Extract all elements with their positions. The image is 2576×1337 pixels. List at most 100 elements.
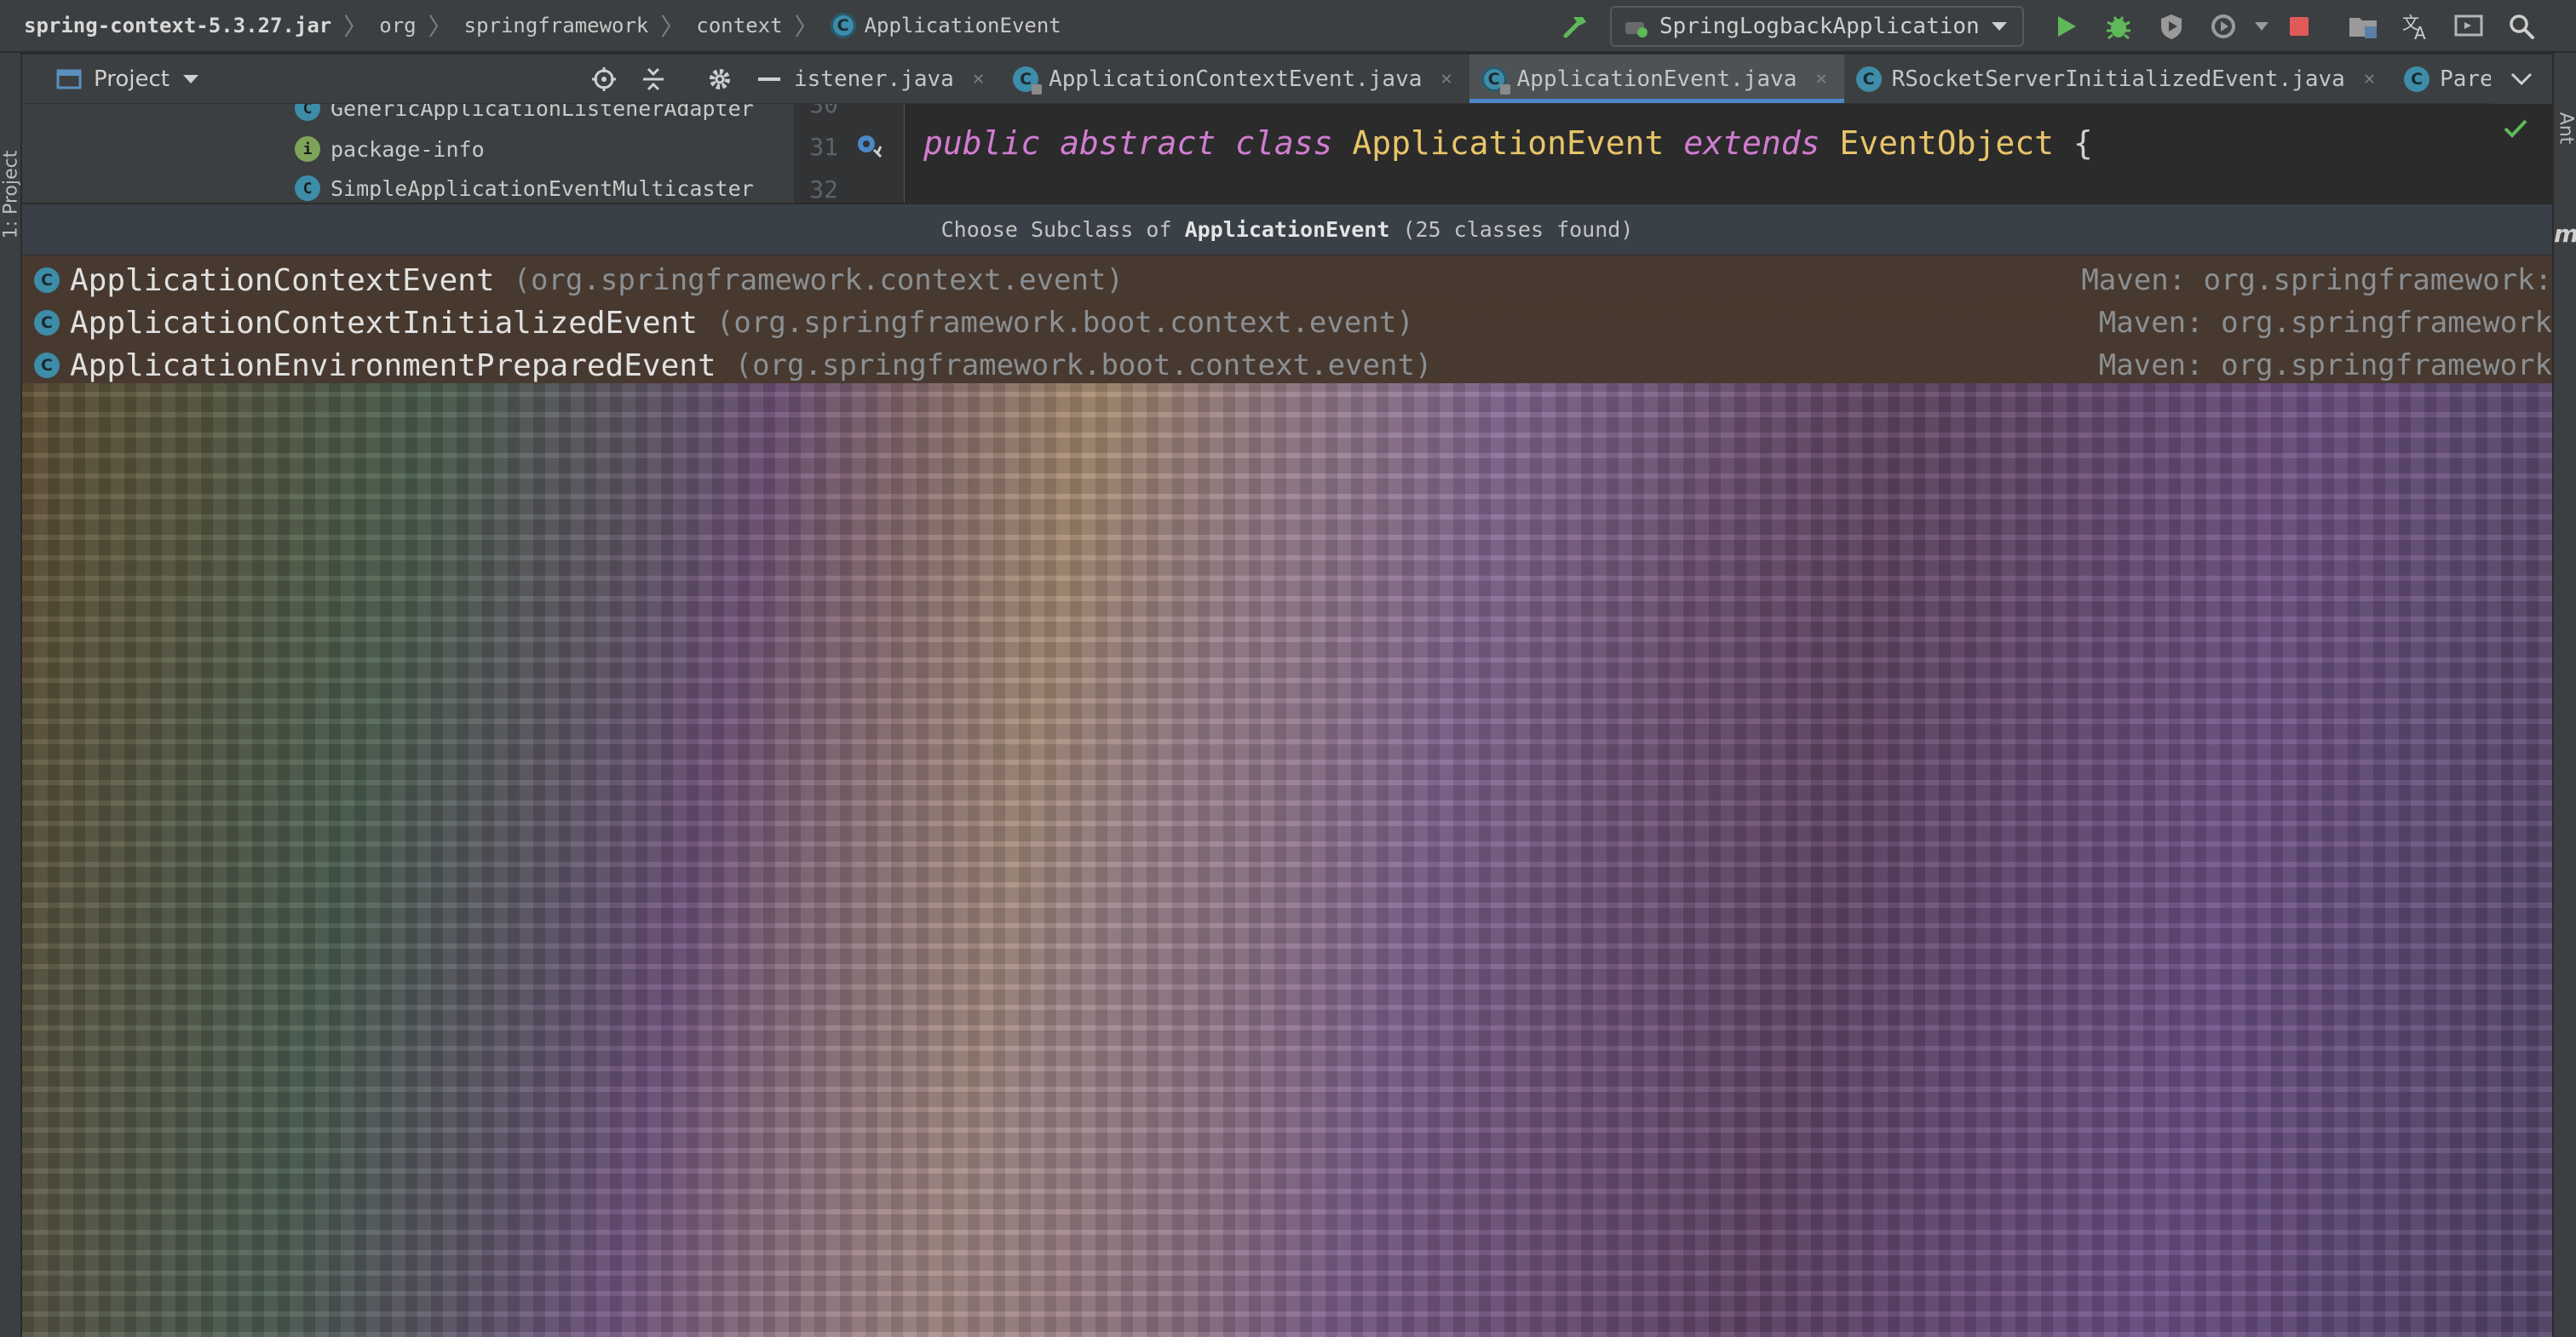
tab-application-event[interactable]: C ApplicationEvent.java ✕ [1469, 55, 1844, 103]
profile-dropdown-icon[interactable] [2251, 4, 2273, 49]
breadcrumb-separator-icon: 〉 [428, 13, 452, 41]
project-view-selector[interactable]: Project [22, 66, 200, 92]
chooser-title-prefix: Choose Subclass of [940, 217, 1185, 242]
list-item[interactable]: C ApplicationContextInitializedEvent (or… [22, 301, 2552, 344]
close-icon[interactable]: ✕ [1440, 68, 1452, 89]
list-item[interactable]: C ApplicationEnvironmentPreparedEvent (o… [22, 344, 2552, 387]
keyword-extends: extends [1683, 124, 1820, 162]
locate-icon[interactable] [579, 55, 629, 104]
class-icon: C [34, 310, 60, 336]
tree-item[interactable]: C SimpleApplicationEventMulticaster [295, 170, 754, 203]
class-icon: C [295, 175, 320, 201]
close-icon[interactable]: ✕ [2364, 68, 2375, 89]
keyword-abstract: abstract [1060, 124, 1216, 162]
parent-class-name: EventObject [1839, 124, 2055, 162]
tab-rsocket-server-initialized-event[interactable]: C RSocketServerInitializedEvent.java ✕ [1844, 55, 2392, 103]
project-panel-tools [579, 55, 794, 104]
breadcrumb-separator-icon: 〉 [343, 13, 368, 41]
hammer-icon[interactable] [1553, 4, 1597, 49]
class-icon: C [2404, 66, 2430, 92]
project-panel-title: Project [94, 66, 170, 92]
breadcrumb-separator-icon: 〉 [794, 13, 819, 41]
class-icon: C [295, 104, 320, 121]
stop-icon[interactable] [2277, 4, 2321, 49]
line-number: 30 [809, 104, 838, 118]
run-configuration-select[interactable]: SpringLogbackApplication [1610, 6, 2024, 47]
breadcrumb-context[interactable]: context [696, 14, 782, 37]
tab-application-context-event[interactable]: C ApplicationContextEvent.java ✕ [1001, 55, 1469, 103]
editor-gutter: 30 31 32 [794, 104, 905, 203]
project-tree: C GenericApplicationListenerAdapter i pa… [22, 104, 794, 203]
class-name: ApplicationEvent [1352, 124, 1665, 162]
breadcrumb-org[interactable]: org [379, 14, 416, 37]
presentation-icon[interactable] [2447, 4, 2491, 49]
breadcrumb-current-label: ApplicationEvent [864, 14, 1061, 37]
left-tool-window-stripe: 1: Project [0, 53, 22, 1337]
breadcrumb-current[interactable]: C ApplicationEvent [830, 13, 1061, 38]
chooser-title-class: ApplicationEvent [1184, 217, 1390, 242]
code-editor[interactable]: 30 31 32 public abstract class Applicati… [794, 104, 2552, 203]
close-icon[interactable]: ✕ [973, 68, 984, 89]
debug-icon[interactable] [2096, 4, 2141, 49]
translate-icon[interactable]: 文A [2394, 4, 2438, 49]
tab-label: RSocketServerInitializedEvent.java [1891, 66, 2345, 92]
tree-item-label: GenericApplicationListenerAdapter [331, 104, 754, 121]
gear-icon[interactable] [695, 55, 745, 104]
chevron-down-icon [2510, 72, 2533, 86]
line-number: 32 [809, 175, 838, 203]
tree-item-label: package-info [331, 136, 485, 162]
project-panel-header: Project [22, 55, 794, 104]
tree-item[interactable]: i package-info [295, 131, 485, 167]
class-icon: C [34, 353, 60, 378]
subclass-package: (org.springframework.boot.context.event) [734, 348, 1433, 382]
class-icon: C [1855, 66, 1882, 92]
close-icon[interactable]: ✕ [1815, 68, 1826, 89]
subclass-list: C ApplicationContextEvent (org.springfra… [22, 255, 2552, 1337]
code-line: public abstract class ApplicationEvent e… [923, 124, 2093, 162]
abstract-class-icon: C [830, 13, 856, 38]
chooser-title-suffix: (25 classes found) [1389, 217, 1634, 242]
subclass-name: ApplicationContextEvent [70, 262, 495, 298]
hide-icon[interactable] [745, 55, 794, 104]
run-icon[interactable] [2044, 4, 2088, 49]
tab-listener[interactable]: istener.java ✕ [794, 55, 1001, 103]
subclass-name: ApplicationEnvironmentPreparedEvent [70, 347, 716, 383]
class-icon: C [34, 267, 60, 293]
keyword-public: public [923, 124, 1041, 162]
spring-boot-icon [1625, 22, 1647, 37]
corrupted-image-region [22, 383, 2552, 1337]
chevron-down-icon [1991, 22, 2007, 31]
ant-tool-window-button[interactable]: Ant [2554, 68, 2576, 187]
breadcrumb-jar[interactable]: spring-context-5.3.27.jar [24, 14, 331, 37]
project-structure-icon[interactable] [2341, 4, 2385, 49]
maven-tool-window-button[interactable]: m [2554, 220, 2576, 248]
tree-item-label: SimpleApplicationEventMulticaster [331, 175, 754, 201]
run-configuration-label: SpringLogbackApplication [1659, 14, 1980, 39]
project-tool-window-button[interactable]: 1: Project [0, 126, 22, 262]
tab-label: ApplicationEvent.java [1516, 66, 1797, 92]
implemented-by-gutter-icon[interactable] [855, 133, 884, 165]
search-icon[interactable] [2499, 4, 2544, 49]
subclass-package: (org.springframework.context.event) [513, 263, 1124, 297]
subclass-source: Maven: org.springframework [2098, 306, 2552, 340]
subclass-package: (org.springframework.boot.context.event) [716, 306, 1414, 340]
breadcrumb-springframework[interactable]: springframework [464, 14, 649, 37]
chooser-popup-title: Choose Subclass of ApplicationEvent (25 … [22, 204, 2552, 255]
tab-label: istener.java [794, 66, 954, 92]
ant-label: Ant [2555, 112, 2576, 144]
toolbar: SpringLogbackApplication 文A [1549, 0, 2548, 53]
list-item[interactable]: C ApplicationContextEvent (org.springfra… [22, 259, 2552, 301]
line-number: 31 [809, 133, 838, 161]
abstract-class-icon: C [1481, 66, 1510, 95]
show-hidden-tabs-button[interactable] [2491, 55, 2552, 104]
tab-label: ApplicationContextEvent.java [1049, 66, 1423, 92]
project-folder-icon [56, 69, 82, 89]
info-icon: i [295, 136, 320, 162]
profile-icon[interactable] [2202, 4, 2246, 49]
chevron-down-icon [182, 74, 198, 83]
coverage-icon[interactable] [2149, 4, 2194, 49]
breadcrumb: spring-context-5.3.27.jar 〉 org 〉 spring… [0, 0, 1061, 52]
subclass-source: Maven: org.springframework: [2081, 263, 2552, 297]
collapse-all-icon[interactable] [629, 55, 678, 104]
tree-item[interactable]: C GenericApplicationListenerAdapter [295, 104, 754, 126]
